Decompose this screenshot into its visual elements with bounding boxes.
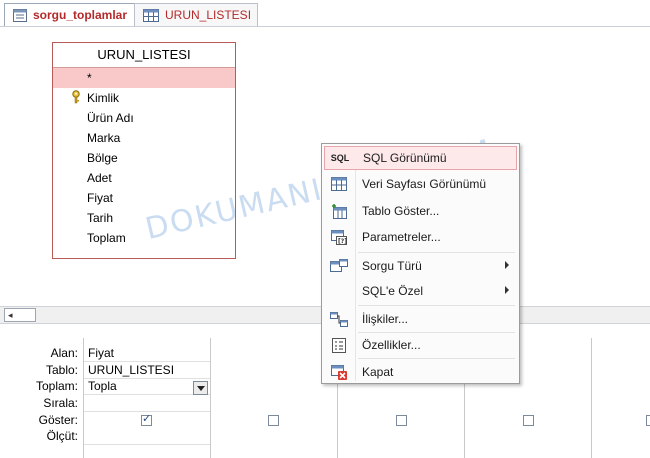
query-icon — [13, 8, 27, 22]
menu-item-sql-specific[interactable]: SQL'e Özel — [324, 279, 517, 303]
field-label: Bölge — [87, 151, 118, 165]
show-checkbox[interactable] — [523, 415, 534, 426]
scroll-left-arrow-icon[interactable]: ◂ — [4, 308, 36, 322]
row-label-total: Toplam: — [35, 379, 78, 393]
close-icon — [324, 364, 354, 380]
document-tab-bar: sorgu_toplamlar URUN_LISTESI — [0, 0, 650, 27]
grid-column-divider — [210, 338, 211, 458]
menu-separator — [358, 305, 515, 306]
field-item-adet[interactable]: Adet — [53, 168, 235, 188]
show-checkbox[interactable] — [141, 412, 152, 426]
tab-urun-listesi[interactable]: URUN_LISTESI — [134, 3, 258, 26]
show-table-icon — [324, 203, 354, 219]
field-item-kimlik[interactable]: Kimlik — [53, 88, 235, 108]
grid-criteria-cell[interactable] — [84, 428, 210, 445]
svg-text:[?]: [?] — [338, 238, 347, 245]
show-checkbox[interactable] — [268, 415, 279, 426]
field-item-bolge[interactable]: Bölge — [53, 148, 235, 168]
row-label-table: Tablo: — [45, 363, 78, 377]
menu-item-query-type[interactable]: Sorgu Türü — [324, 254, 517, 278]
menu-item-properties[interactable]: Özellikler... — [324, 333, 517, 357]
menu-item-label: İlişkiler... — [362, 312, 409, 326]
field-label: Toplam — [87, 231, 126, 245]
menu-item-label: Parametreler... — [362, 230, 441, 244]
primary-key-icon — [72, 90, 80, 104]
field-label: Kimlik — [87, 91, 119, 105]
menu-item-close[interactable]: Kapat — [324, 360, 517, 384]
field-label: Marka — [87, 131, 121, 145]
parameters-icon: [?] — [324, 229, 354, 245]
menu-separator — [358, 252, 515, 253]
sql-icon: SQL — [330, 153, 350, 163]
row-label-criteria: Ölçüt: — [46, 429, 78, 443]
field-label: Adet — [87, 171, 112, 185]
grid-total-cell[interactable]: Topla — [84, 378, 210, 395]
menu-item-label: Kapat — [362, 365, 394, 379]
submenu-arrow-icon — [505, 261, 509, 269]
field-item-all[interactable]: * — [53, 68, 235, 88]
datasheet-view-icon — [324, 177, 354, 191]
field-label: Ürün Adı — [87, 111, 134, 125]
row-label-show: Göster: — [38, 413, 78, 427]
tab-label: URUN_LISTESI — [165, 8, 252, 22]
field-label: Tarih — [87, 211, 114, 225]
show-checkbox[interactable] — [646, 415, 650, 426]
table-icon — [143, 8, 159, 22]
field-label: * — [87, 71, 92, 85]
relationships-icon — [324, 311, 354, 327]
menu-separator — [358, 358, 515, 359]
menu-item-label: Özellikler... — [362, 338, 421, 352]
properties-icon — [324, 337, 354, 353]
menu-item-label: SQL Görünümü — [363, 151, 447, 165]
show-checkbox[interactable] — [396, 415, 407, 426]
grid-field-cell[interactable]: Fiyat — [84, 345, 210, 362]
query-type-icon — [324, 259, 354, 273]
context-menu: SQL SQL Görünümü Veri Sayfası Görünümü T… — [321, 143, 520, 384]
menu-item-label: SQL'e Özel — [362, 284, 423, 298]
field-item-urun-adi[interactable]: Ürün Adı — [53, 108, 235, 128]
grid-column-divider — [591, 338, 592, 458]
submenu-arrow-icon — [505, 286, 509, 294]
total-dropdown-arrow-icon[interactable] — [193, 381, 208, 395]
tab-label: sorgu_toplamlar — [33, 8, 128, 22]
menu-item-label: Sorgu Türü — [362, 259, 422, 273]
menu-item-parameters[interactable]: [?] Parametreler... — [324, 225, 517, 249]
menu-item-datasheet-view[interactable]: Veri Sayfası Görünümü — [324, 172, 517, 196]
tab-sorgu-toplamlar[interactable]: sorgu_toplamlar — [4, 3, 135, 26]
menu-item-label: Veri Sayfası Görünümü — [362, 177, 487, 191]
menu-item-sql-view[interactable]: SQL SQL Görünümü — [324, 146, 517, 170]
grid-table-cell[interactable]: URUN_LISTESI — [84, 362, 210, 379]
field-item-marka[interactable]: Marka — [53, 128, 235, 148]
row-label-field: Alan: — [50, 346, 78, 360]
menu-item-show-table[interactable]: Tablo Göster... — [324, 199, 517, 223]
menu-item-relationships[interactable]: İlişkiler... — [324, 307, 517, 331]
grid-sort-cell[interactable] — [84, 395, 210, 412]
field-list-title[interactable]: URUN_LISTESI — [53, 43, 235, 68]
field-label: Fiyat — [87, 191, 114, 205]
menu-item-label: Tablo Göster... — [362, 204, 440, 218]
row-label-sort: Sırala: — [43, 396, 78, 410]
